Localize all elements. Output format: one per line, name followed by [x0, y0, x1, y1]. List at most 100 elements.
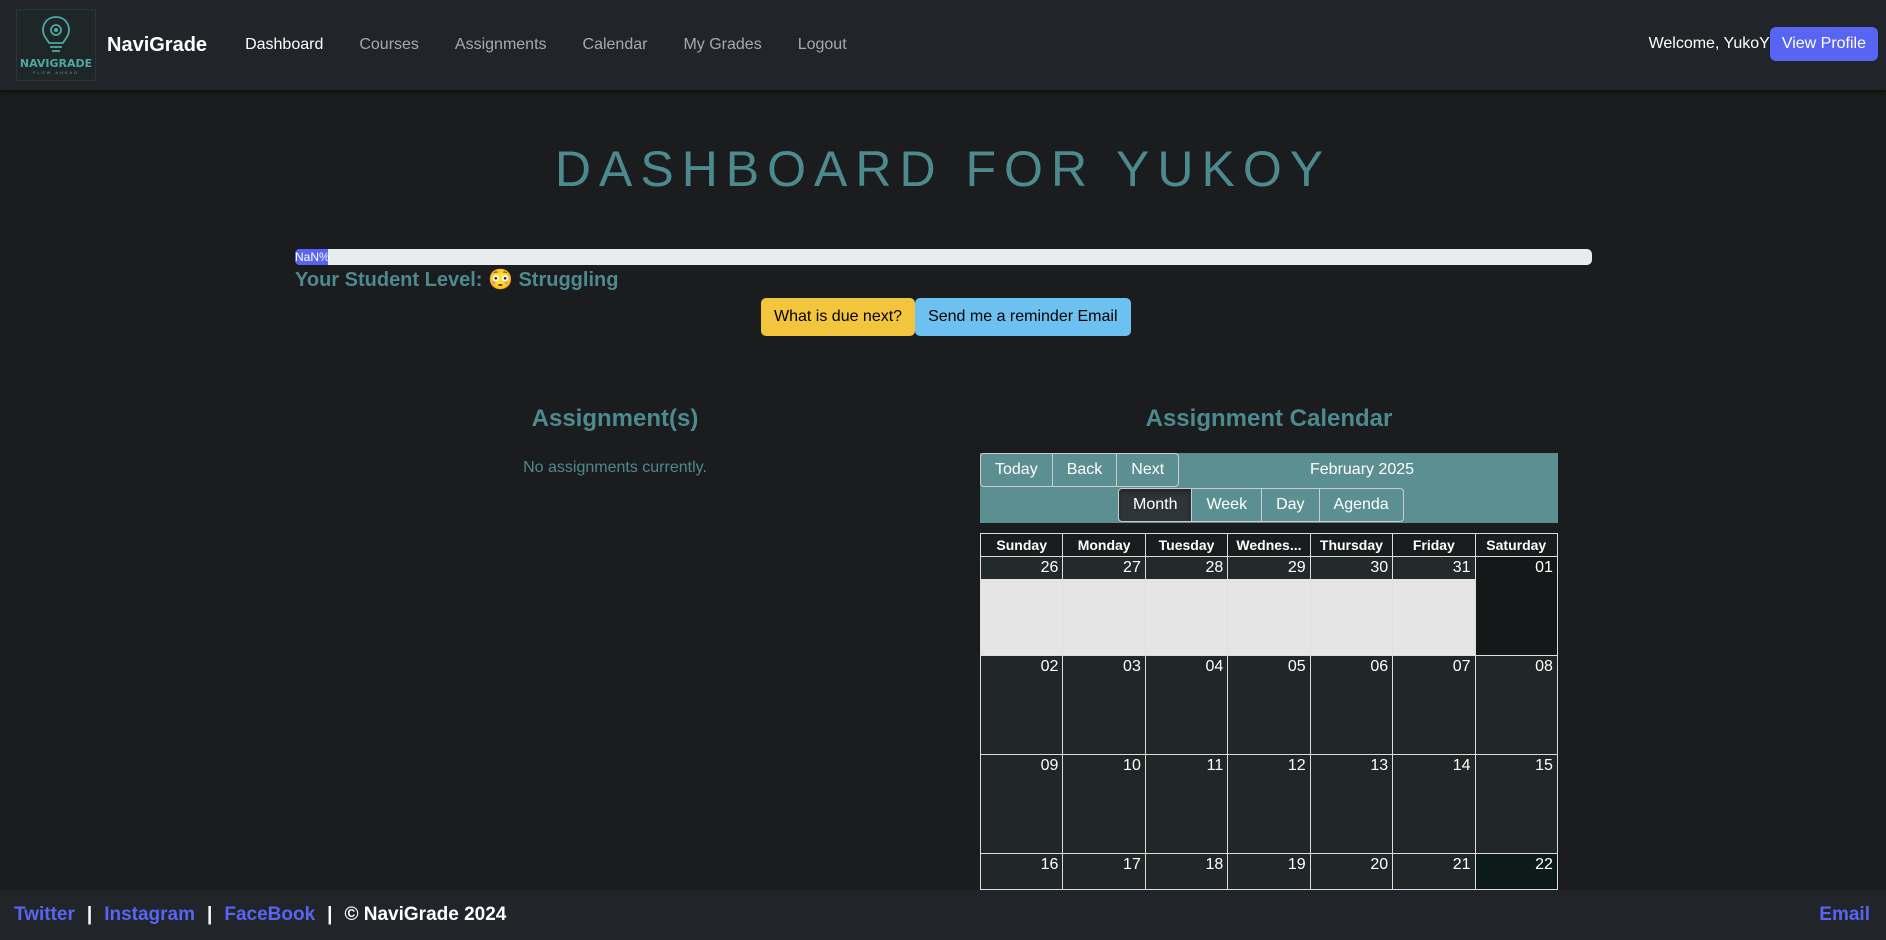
calendar-day-cell[interactable]: 15	[1474, 755, 1557, 853]
calendar-day-cell[interactable]: 09	[981, 755, 1063, 853]
calendar-day-cell[interactable]: 03	[1062, 656, 1145, 754]
weekday-header: Friday	[1392, 534, 1474, 556]
calendar-toolbar: Today Back Next February 2025 Month Week…	[980, 453, 1558, 523]
day-number: 06	[1370, 658, 1389, 675]
calendar-day-cell[interactable]: 10	[1062, 755, 1145, 853]
calendar-day-cell[interactable]: 13	[1309, 755, 1393, 853]
calendar-day-cell[interactable]: 21	[1392, 854, 1475, 889]
view-day-button[interactable]: Day	[1262, 488, 1320, 522]
calendar-month-label: February 2025	[1310, 461, 1415, 478]
calendar-day-cell[interactable]: 28	[1144, 557, 1228, 655]
action-buttons: What is due next? Send me a reminder Ema…	[761, 298, 1131, 336]
calendar-day-cell[interactable]: 14	[1392, 755, 1475, 853]
day-number: 05	[1287, 658, 1306, 675]
calendar-day-cell-today[interactable]: 22	[1474, 854, 1557, 889]
view-agenda-button[interactable]: Agenda	[1319, 488, 1404, 522]
footer-link-twitter[interactable]: Twitter	[14, 904, 75, 926]
nav-link-logout[interactable]: Logout	[798, 36, 847, 54]
calendar-next-button[interactable]: Next	[1117, 453, 1180, 487]
footer-separator: |	[86, 904, 93, 925]
page-title: DASHBOARD FOR YUKOY	[554, 141, 1332, 197]
reminder-email-button[interactable]: Send me a reminder Email	[915, 298, 1131, 336]
day-number: 29	[1287, 559, 1306, 576]
day-number: 14	[1452, 757, 1471, 774]
calendar-today-button[interactable]: Today	[980, 453, 1053, 487]
nav-user-area: Welcome, YukoY View Profile	[1649, 27, 1878, 61]
calendar-heading: Assignment Calendar	[1145, 405, 1393, 432]
calendar-day-cell[interactable]: 27	[1062, 557, 1145, 655]
calendar-day-cell[interactable]: 12	[1227, 755, 1310, 853]
assignments-heading: Assignment(s)	[531, 405, 699, 432]
footer-link-facebook[interactable]: FaceBook	[224, 904, 315, 926]
day-number: 10	[1123, 757, 1141, 774]
day-number: 08	[1535, 658, 1553, 675]
calendar-view-group: Month Week Day Agenda	[1118, 488, 1404, 522]
logo-text: NAVIGRADE	[19, 57, 93, 70]
nav-link-assignments[interactable]: Assignments	[455, 36, 547, 54]
calendar-week-row: 09 10 11 12 13 14 15	[981, 755, 1557, 854]
day-number: 30	[1370, 559, 1389, 576]
footer-link-instagram[interactable]: Instagram	[104, 904, 195, 926]
calendar-day-cell[interactable]: 18	[1144, 854, 1228, 889]
calendar-week-row: 26 27 28 29 30 31 01	[981, 557, 1557, 656]
day-number: 19	[1287, 856, 1306, 873]
calendar-day-cell[interactable]: 02	[981, 656, 1063, 754]
calendar-day-cell[interactable]: 17	[1062, 854, 1145, 889]
calendar-day-cell[interactable]: 04	[1144, 656, 1228, 754]
calendar-day-cell[interactable]: 29	[1227, 557, 1310, 655]
lightbulb-gear-icon	[42, 16, 70, 52]
calendar-day-cell[interactable]: 11	[1144, 755, 1228, 853]
whats-due-button[interactable]: What is due next?	[761, 298, 916, 336]
calendar-day-cell[interactable]: 01	[1474, 557, 1557, 655]
weekday-header: Sunday	[996, 537, 1047, 553]
calendar-day-cell[interactable]: 30	[1309, 557, 1393, 655]
navbar: NAVIGRADE FLOW AHEAD NaviGrade Dashboard…	[0, 0, 1886, 90]
student-level: Your Student Level: 😳 Struggling	[295, 267, 618, 292]
calendar-day-cell[interactable]: 16	[981, 854, 1063, 889]
day-number: 11	[1206, 757, 1224, 774]
day-number: 28	[1205, 559, 1224, 576]
weekday-header: Thursday	[1309, 534, 1392, 556]
day-number: 02	[1040, 658, 1059, 675]
day-number: 31	[1452, 559, 1471, 576]
nav-link-courses[interactable]: Courses	[359, 36, 419, 54]
footer-separator: |	[207, 904, 213, 925]
nav-link-calendar[interactable]: Calendar	[583, 36, 648, 54]
calendar-day-cell[interactable]: 26	[981, 557, 1063, 655]
day-number: 01	[1535, 559, 1553, 576]
day-number: 18	[1205, 856, 1224, 873]
calendar-day-cell[interactable]: 20	[1309, 854, 1393, 889]
view-month-button[interactable]: Month	[1118, 488, 1193, 522]
footer-separator: |	[327, 904, 333, 925]
calendar-nav-group: Today Back Next	[980, 453, 1180, 487]
weekday-header-row: Sunday Monday Tuesday Wednes... Thursday…	[981, 534, 1557, 557]
day-number: 12	[1287, 757, 1306, 774]
day-number: 27	[1123, 559, 1141, 576]
view-profile-button[interactable]: View Profile	[1769, 27, 1878, 61]
day-number: 07	[1452, 658, 1471, 675]
logo[interactable]: NAVIGRADE FLOW AHEAD	[16, 9, 96, 81]
footer-copyright: © NaviGrade 2024	[344, 904, 507, 925]
calendar-day-cell[interactable]: 07	[1392, 656, 1475, 754]
footer-link-email[interactable]: Email	[1819, 904, 1870, 926]
day-number: 16	[1040, 856, 1059, 873]
calendar-day-cell[interactable]: 06	[1309, 656, 1393, 754]
flushed-face-icon: 😳	[487, 269, 513, 291]
no-assignments-text: No assignments currently.	[523, 459, 707, 476]
calendar-day-cell[interactable]: 19	[1227, 854, 1310, 889]
calendar-back-button[interactable]: Back	[1052, 453, 1118, 487]
view-week-button[interactable]: Week	[1192, 488, 1263, 522]
nav-link-dashboard[interactable]: Dashboard	[245, 36, 323, 54]
day-number: 17	[1123, 856, 1141, 873]
calendar-day-cell[interactable]: 31	[1392, 557, 1475, 655]
nav-link-my-grades[interactable]: My Grades	[683, 36, 761, 54]
day-number: 13	[1370, 757, 1389, 774]
weekday-header: Tuesday	[1144, 534, 1227, 556]
calendar-month-grid: Sunday Monday Tuesday Wednes... Thursday…	[980, 533, 1558, 890]
brand-name[interactable]: NaviGrade	[107, 34, 207, 57]
calendar-day-cell[interactable]: 05	[1227, 656, 1310, 754]
welcome-text: Welcome, YukoY	[1648, 35, 1770, 52]
footer: Twitter | Instagram | FaceBook | © NaviG…	[0, 890, 1886, 940]
day-number: 22	[1535, 856, 1553, 873]
calendar-day-cell[interactable]: 08	[1474, 656, 1557, 754]
